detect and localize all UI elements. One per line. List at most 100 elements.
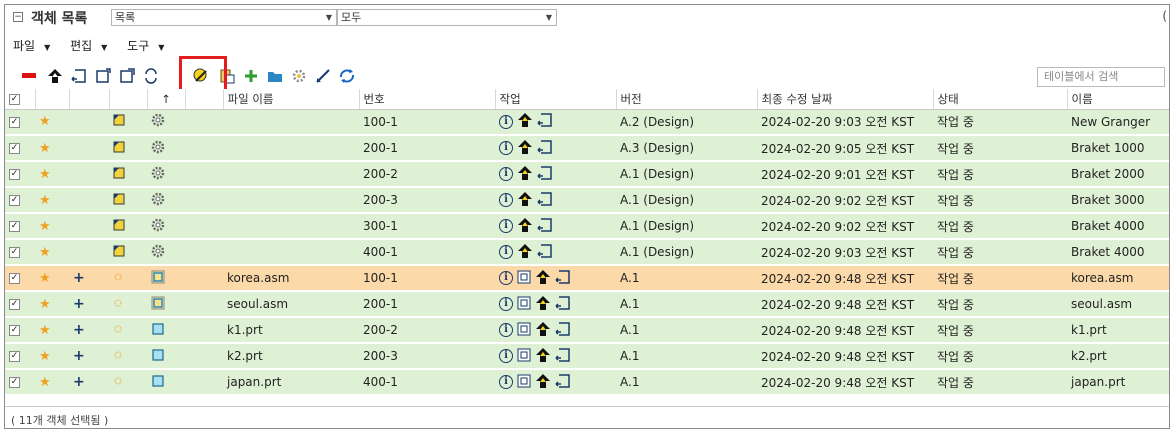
star-icon[interactable]: ★ xyxy=(39,141,51,156)
name-cell[interactable]: korea.asm xyxy=(1067,265,1169,292)
info-icon[interactable]: i xyxy=(499,141,513,155)
check-out-icon[interactable] xyxy=(517,165,533,184)
table-row[interactable]: ✓ ★ 200-2 i A.1 (Design) 2024-02-20 9:01 오전 K… xyxy=(5,161,1169,188)
name-cell[interactable]: Braket 3000 xyxy=(1067,187,1169,214)
row-checkbox[interactable]: ✓ xyxy=(9,325,20,336)
info-icon[interactable]: i xyxy=(499,193,513,207)
info-icon[interactable]: i xyxy=(499,323,513,337)
check-out-icon[interactable] xyxy=(535,321,551,340)
undo-checkout-icon[interactable] xyxy=(555,373,571,392)
name-cell[interactable]: k1.prt xyxy=(1067,317,1169,344)
row-checkbox[interactable]: ✓ xyxy=(9,299,20,310)
expand-plus-icon[interactable]: + xyxy=(73,348,85,364)
structure-cell[interactable]: + xyxy=(69,291,109,318)
check-out-icon[interactable] xyxy=(45,66,65,86)
revise-icon[interactable] xyxy=(117,66,137,86)
undo-checkout-icon[interactable] xyxy=(555,295,571,314)
row-checkbox[interactable]: ✓ xyxy=(9,195,20,206)
star-icon[interactable]: ★ xyxy=(39,167,51,182)
row-checkbox[interactable]: ✓ xyxy=(9,221,20,232)
favorite-cell[interactable]: ★ xyxy=(35,343,69,370)
check-out-icon[interactable] xyxy=(517,112,533,131)
check-out-icon[interactable] xyxy=(517,217,533,236)
table-row[interactable]: ✓ ★ + japan.prt 400-1 i A.1 2024-02-20 9:48 오전 … xyxy=(5,369,1169,396)
row-select-cell[interactable]: ✓ xyxy=(5,187,35,214)
undo-checkout-icon[interactable] xyxy=(555,347,571,366)
open-icon[interactable] xyxy=(517,270,531,287)
name-cell[interactable]: Braket 2000 xyxy=(1067,161,1169,188)
favorite-cell[interactable]: ★ xyxy=(35,109,69,136)
structure-cell[interactable]: + xyxy=(69,317,109,344)
number-header[interactable]: 번호 xyxy=(359,89,496,110)
name-cell[interactable]: Braket 4000 xyxy=(1067,213,1169,240)
favorite-cell[interactable]: ★ xyxy=(35,161,69,188)
info-icon[interactable]: i xyxy=(499,271,513,285)
check-out-icon[interactable] xyxy=(535,347,551,366)
favorite-cell[interactable]: ★ xyxy=(35,265,69,292)
filter-select[interactable]: 모두 ▼ xyxy=(337,9,557,26)
open-icon[interactable] xyxy=(517,322,531,339)
row-checkbox[interactable]: ✓ xyxy=(9,351,20,362)
edit-icon[interactable] xyxy=(313,66,333,86)
menu-edit[interactable]: 편집 ▼ xyxy=(70,39,115,53)
row-select-cell[interactable]: ✓ xyxy=(5,291,35,318)
info-icon[interactable]: i xyxy=(499,297,513,311)
star-icon[interactable]: ★ xyxy=(39,114,51,129)
row-select-cell[interactable]: ✓ xyxy=(5,213,35,240)
expand-plus-icon[interactable]: + xyxy=(73,322,85,338)
row-select-cell[interactable]: ✓ xyxy=(5,343,35,370)
star-icon[interactable]: ★ xyxy=(39,245,51,260)
info-icon[interactable]: i xyxy=(499,349,513,363)
refresh-icon[interactable] xyxy=(141,66,161,86)
info-icon[interactable]: i xyxy=(499,245,513,259)
info-icon[interactable]: i xyxy=(499,167,513,181)
view-select[interactable]: 목록 ▼ xyxy=(111,9,337,26)
row-select-cell[interactable]: ✓ xyxy=(5,161,35,188)
star-icon[interactable]: ★ xyxy=(39,193,51,208)
favorite-cell[interactable]: ★ xyxy=(35,317,69,344)
sort-header[interactable]: ↑ xyxy=(147,89,186,110)
favorite-cell[interactable]: ★ xyxy=(35,135,69,162)
star-icon[interactable]: ★ xyxy=(39,297,51,312)
star-icon[interactable]: ★ xyxy=(39,349,51,364)
select-all-header[interactable]: ✓ xyxy=(5,89,36,110)
check-out-icon[interactable] xyxy=(517,243,533,262)
add-icon[interactable] xyxy=(241,66,261,86)
check-out-icon[interactable] xyxy=(535,269,551,288)
star-icon[interactable]: ★ xyxy=(39,271,51,286)
favorite-cell[interactable]: ★ xyxy=(35,187,69,214)
remove-icon[interactable] xyxy=(19,66,39,86)
star-icon[interactable]: ★ xyxy=(39,375,51,390)
name-cell[interactable]: New Granger xyxy=(1067,109,1169,136)
row-checkbox[interactable]: ✓ xyxy=(9,143,20,154)
row-select-cell[interactable]: ✓ xyxy=(5,109,35,136)
undo-checkout-icon[interactable] xyxy=(537,165,553,184)
favorite-cell[interactable]: ★ xyxy=(35,213,69,240)
row-checkbox[interactable]: ✓ xyxy=(9,377,20,388)
star-icon[interactable]: ★ xyxy=(39,323,51,338)
name-cell[interactable]: Braket 4000 xyxy=(1067,239,1169,266)
star-icon[interactable]: ★ xyxy=(39,219,51,234)
check-out-icon[interactable] xyxy=(517,139,533,158)
menu-file[interactable]: 파일 ▼ xyxy=(13,39,58,53)
structure-cell[interactable]: + xyxy=(69,265,109,292)
open-icon[interactable] xyxy=(517,348,531,365)
expand-plus-icon[interactable]: + xyxy=(73,374,85,390)
undo-checkout-icon[interactable] xyxy=(537,139,553,158)
undo-checkout-icon[interactable] xyxy=(537,217,553,236)
folder-icon[interactable] xyxy=(265,66,285,86)
table-row[interactable]: ✓ ★ + seoul.asm 200-1 i A.1 2024-02-20 9:48 오전 … xyxy=(5,291,1169,318)
structure-cell[interactable]: + xyxy=(69,343,109,370)
new-icon[interactable] xyxy=(93,66,113,86)
row-select-cell[interactable]: ✓ xyxy=(5,239,35,266)
check-out-icon[interactable] xyxy=(535,373,551,392)
open-icon[interactable] xyxy=(517,296,531,313)
undo-checkout-icon[interactable] xyxy=(69,66,89,86)
check-out-icon[interactable] xyxy=(517,191,533,210)
name-cell[interactable]: japan.prt xyxy=(1067,369,1169,396)
menu-tools[interactable]: 도구 ▼ xyxy=(127,39,172,53)
favorite-cell[interactable]: ★ xyxy=(35,239,69,266)
row-checkbox[interactable]: ✓ xyxy=(9,273,20,284)
table-row[interactable]: ✓ ★ 200-3 i A.1 (Design) 2024-02-20 9:02 오전 K… xyxy=(5,187,1169,214)
undo-checkout-icon[interactable] xyxy=(537,191,553,210)
